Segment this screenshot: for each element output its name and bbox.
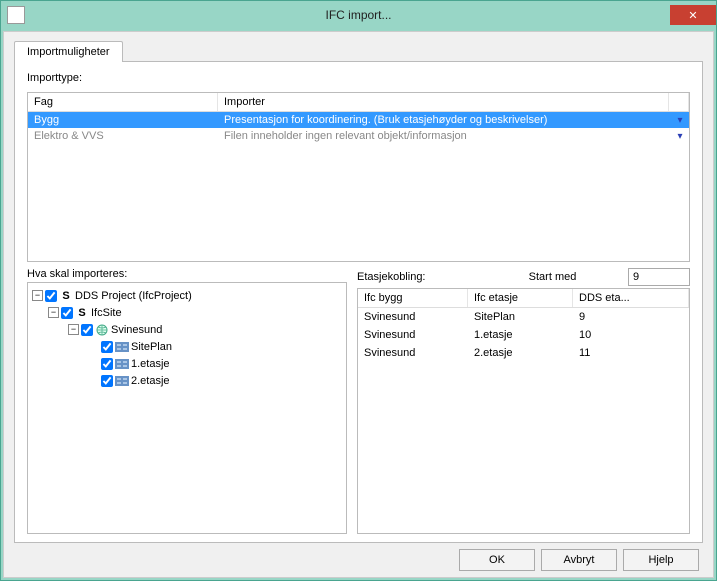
app-icon <box>7 6 25 24</box>
mid-section: Hva skal importeres: −S DDS Project (Ifc… <box>27 268 690 534</box>
etasje-row[interactable]: Svinesund1.etasje10 <box>358 326 689 344</box>
tree-node-label: Svinesund <box>111 324 162 336</box>
tree-node-label: 2.etasje <box>131 375 170 387</box>
close-button[interactable]: ✕ <box>670 5 716 25</box>
tree-checkbox[interactable] <box>101 375 113 387</box>
collapse-icon[interactable]: − <box>32 290 43 301</box>
tree-node-label: 1.etasje <box>131 358 170 370</box>
tree-node[interactable]: − S DDS Project (IfcProject) <box>30 287 344 304</box>
tree-node-label: IfcSite <box>91 307 122 319</box>
etasje-row[interactable]: SvinesundSitePlan9 <box>358 308 689 326</box>
cell-dds-etasje: 9 <box>573 308 689 326</box>
tree-checkbox[interactable] <box>101 358 113 370</box>
dialog-buttons: OK Avbryt Hjelp <box>14 543 703 571</box>
cell-importer: Presentasjon for koordinering. (Bruk eta… <box>218 112 671 128</box>
building-icon <box>95 324 109 336</box>
importtype-row[interactable]: ByggPresentasjon for koordinering. (Bruk… <box>28 112 689 128</box>
etasje-grid-header: Ifc bygg Ifc etasje DDS eta... <box>358 289 689 308</box>
collapse-icon[interactable]: − <box>68 324 79 335</box>
etasje-grid[interactable]: Ifc bygg Ifc etasje DDS eta... Svinesund… <box>357 288 690 534</box>
header-ifc-etasje[interactable]: Ifc etasje <box>468 289 573 307</box>
etasje-label: Etasjekobling: <box>357 271 477 283</box>
header-ifc-bygg[interactable]: Ifc bygg <box>358 289 468 307</box>
tab-panel: Importtype: Fag Importer ByggPresentasjo… <box>14 61 703 543</box>
tree-node-label: SitePlan <box>131 341 172 353</box>
tree-node[interactable]: 1.etasje <box>30 355 344 372</box>
tree-node-label: DDS Project (IfcProject) <box>75 290 192 302</box>
start-med-label: Start med <box>485 271 620 283</box>
tab-label: Importmuligheter <box>27 46 110 58</box>
chevron-down-icon[interactable]: ▾ <box>671 113 689 128</box>
cell-ifc-etasje: 2.etasje <box>468 344 573 362</box>
help-button[interactable]: Hjelp <box>623 549 699 571</box>
importtype-label: Importtype: <box>27 72 690 84</box>
tree-checkbox[interactable] <box>101 341 113 353</box>
tree-label: Hva skal importeres: <box>27 268 347 280</box>
floor-icon <box>115 342 129 352</box>
cell-ifc-etasje: 1.etasje <box>468 326 573 344</box>
floor-icon <box>115 359 129 369</box>
importtype-row[interactable]: Elektro & VVSFilen inneholder ingen rele… <box>28 128 689 144</box>
client-area: Importmuligheter Importtype: Fag Importe… <box>3 31 714 578</box>
ifc-import-window: IFC import... ✕ Importmuligheter Importt… <box>0 0 717 581</box>
header-importer[interactable]: Importer <box>218 93 669 111</box>
cell-ifc-bygg: Svinesund <box>358 308 468 326</box>
cell-dds-etasje: 11 <box>573 344 689 362</box>
collapse-icon[interactable]: − <box>48 307 59 318</box>
import-tree-pane: Hva skal importeres: −S DDS Project (Ifc… <box>27 268 347 534</box>
cancel-button[interactable]: Avbryt <box>541 549 617 571</box>
floor-icon <box>115 376 129 386</box>
header-dds-etasje[interactable]: DDS eta... <box>573 289 689 307</box>
cell-ifc-bygg: Svinesund <box>358 344 468 362</box>
cell-fag: Bygg <box>28 112 218 128</box>
tree-checkbox[interactable] <box>61 307 73 319</box>
tree-node[interactable]: − S IfcSite <box>30 304 344 321</box>
tree-checkbox[interactable] <box>81 324 93 336</box>
cell-fag: Elektro & VVS <box>28 128 218 144</box>
project-s-icon: S <box>59 290 73 302</box>
titlebar: IFC import... ✕ <box>1 1 716 29</box>
cell-importer: Filen inneholder ingen relevant objekt/i… <box>218 128 671 144</box>
project-s-icon: S <box>75 307 89 319</box>
importtype-grid[interactable]: Fag Importer ByggPresentasjon for koordi… <box>27 92 690 262</box>
tree-checkbox[interactable] <box>45 290 57 302</box>
cell-ifc-bygg: Svinesund <box>358 326 468 344</box>
cell-ifc-etasje: SitePlan <box>468 308 573 326</box>
tab-strip: Importmuligheter <box>14 40 703 61</box>
tab-importmuligheter[interactable]: Importmuligheter <box>14 41 123 62</box>
cell-dds-etasje: 10 <box>573 326 689 344</box>
tree-node[interactable]: 2.etasje <box>30 372 344 389</box>
window-title: IFC import... <box>325 8 391 22</box>
ok-button[interactable]: OK <box>459 549 535 571</box>
chevron-down-icon[interactable]: ▾ <box>671 129 689 144</box>
etasje-header-row: Etasjekobling: Start med <box>357 268 690 286</box>
importtype-header: Fag Importer <box>28 93 689 112</box>
tree-node[interactable]: − Svinesund <box>30 321 344 338</box>
close-icon: ✕ <box>688 9 697 22</box>
header-fag[interactable]: Fag <box>28 93 218 111</box>
etasje-pane: Etasjekobling: Start med Ifc bygg Ifc et… <box>357 268 690 534</box>
tree-box[interactable]: −S DDS Project (IfcProject)−S IfcSite− S… <box>27 282 347 534</box>
start-med-input[interactable] <box>628 268 690 286</box>
header-spacer <box>669 93 689 111</box>
tree-node[interactable]: SitePlan <box>30 338 344 355</box>
etasje-row[interactable]: Svinesund2.etasje11 <box>358 344 689 362</box>
